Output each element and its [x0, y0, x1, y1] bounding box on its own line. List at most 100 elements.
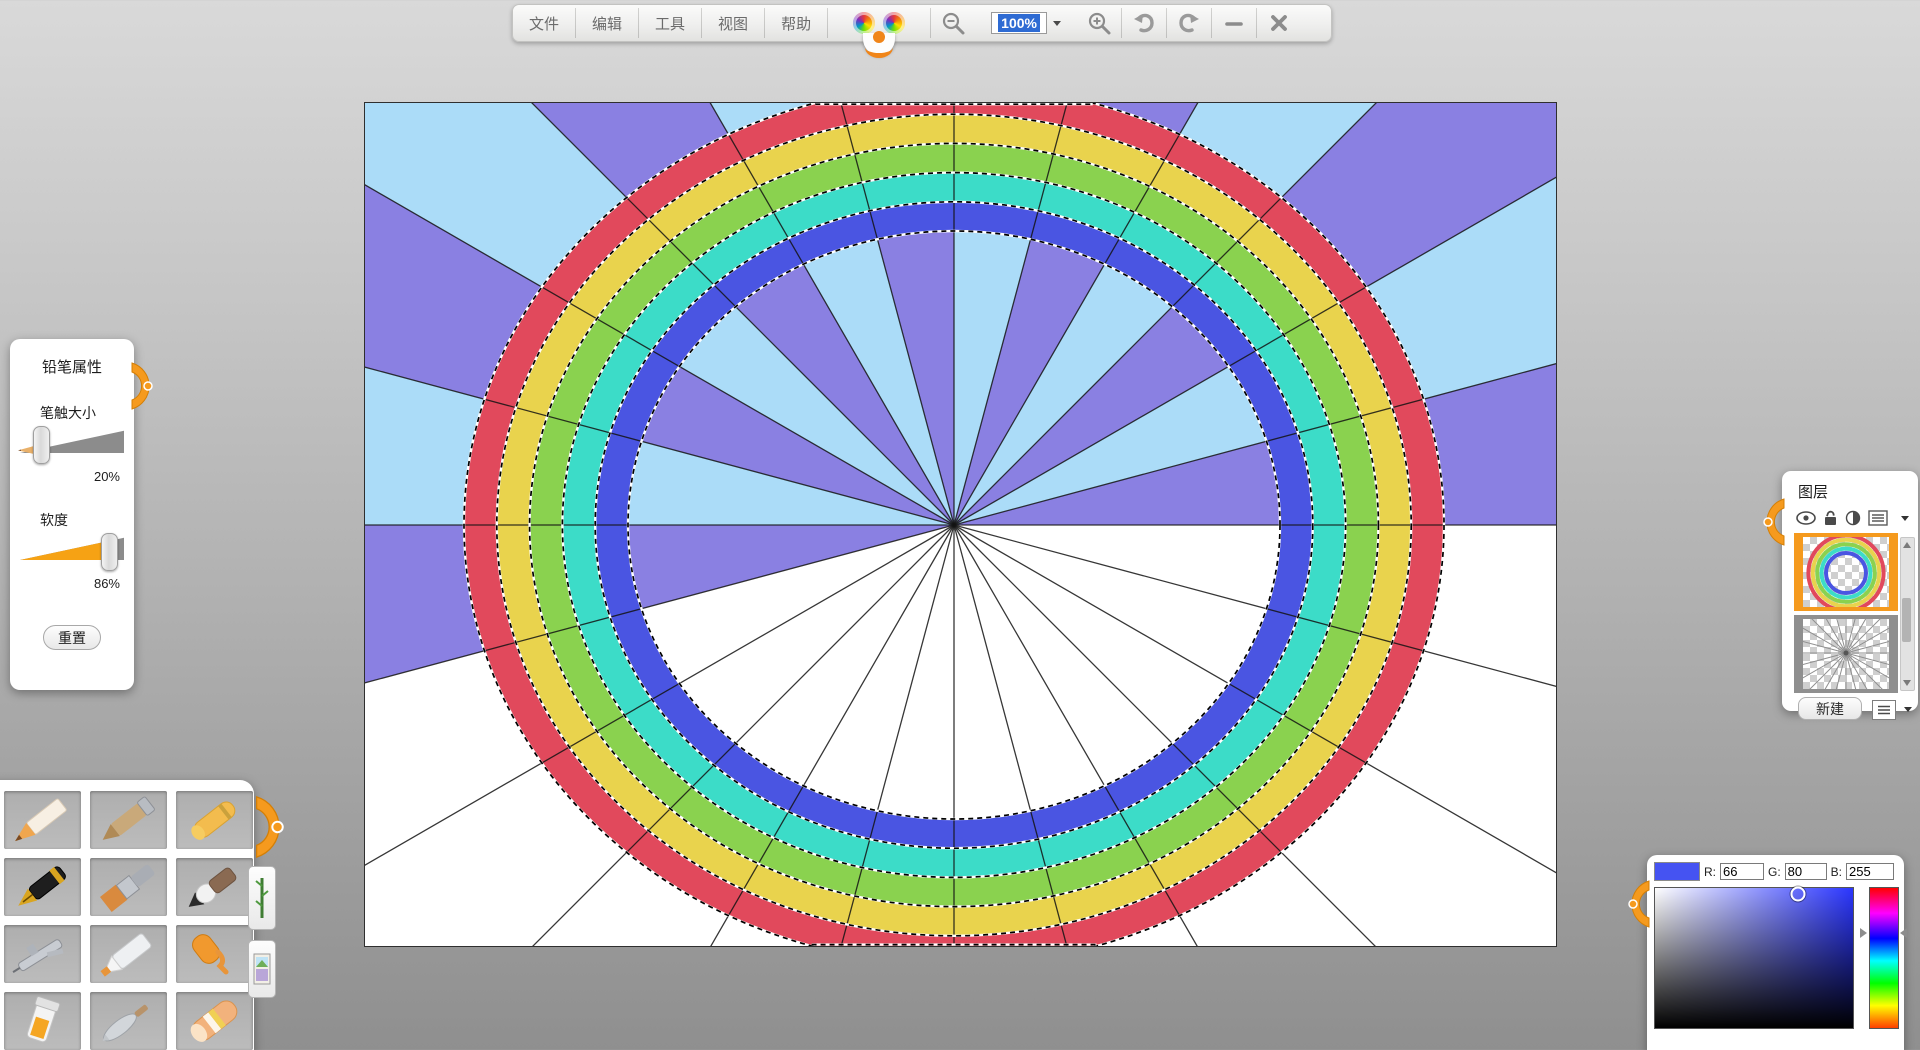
- panel-handle-icon: [130, 361, 156, 411]
- hue-strip[interactable]: [1869, 887, 1899, 1029]
- tools-panel-handle[interactable]: [254, 794, 280, 860]
- caret-down-icon[interactable]: [1053, 21, 1061, 26]
- brush-size-label: 笔触大小: [40, 403, 134, 423]
- menu-2[interactable]: 编辑: [576, 5, 638, 41]
- minimize-icon: [1223, 12, 1245, 34]
- tool-pastel[interactable]: [90, 791, 167, 849]
- pencil-properties-panel: 铅笔属性 笔触大小 20% 软度 86% 重置: [10, 339, 134, 690]
- brush-size-slider[interactable]: [20, 429, 124, 459]
- marker-icon: [92, 926, 166, 982]
- unlock-icon[interactable]: [1823, 510, 1838, 526]
- hue-marker-left-icon[interactable]: [1860, 928, 1867, 938]
- redo-arrow-icon: [1176, 11, 1202, 35]
- opacity-icon[interactable]: [1845, 510, 1861, 526]
- tool-eraser[interactable]: [176, 992, 253, 1050]
- panel-handle-icon: [1625, 879, 1651, 929]
- color-position-marker[interactable]: [1790, 886, 1805, 901]
- fountain-pen-icon: [6, 859, 80, 915]
- color-picker-panel: R: G: B:: [1647, 855, 1904, 1050]
- menu-4[interactable]: 视图: [702, 5, 764, 41]
- brush-tools-panel: [0, 780, 254, 1050]
- layer-item-rainbow-ring[interactable]: [1794, 533, 1898, 611]
- scroll-down-icon[interactable]: [1903, 680, 1911, 686]
- minimize-button[interactable]: [1212, 5, 1256, 41]
- logo-nose-smile: [856, 31, 902, 61]
- brush-size-value: 20%: [10, 469, 120, 484]
- paint-jar-icon: [6, 993, 80, 1049]
- green-value-input[interactable]: [1785, 863, 1827, 880]
- pastel-icon: [92, 792, 166, 848]
- panel-handle-icon: [254, 794, 288, 860]
- picture-category-button[interactable]: [248, 940, 276, 998]
- tool-palette-knife[interactable]: [90, 992, 167, 1050]
- eye-icon[interactable]: [1796, 511, 1816, 525]
- layer-options-caret-icon[interactable]: [1904, 707, 1912, 712]
- softness-thumb[interactable]: [101, 533, 118, 571]
- current-color-swatch: [1654, 862, 1700, 881]
- softness-label: 软度: [40, 510, 134, 530]
- close-button[interactable]: [1257, 5, 1301, 41]
- layers-panel-handle[interactable]: [1760, 497, 1786, 547]
- redo-button[interactable]: [1167, 5, 1211, 41]
- color-panel-handle[interactable]: [1625, 879, 1651, 929]
- layer-menu-icon[interactable]: [1868, 510, 1888, 526]
- magnifier-minus-icon: [940, 10, 966, 36]
- panel-handle-icon: [1760, 497, 1786, 547]
- zoom-out-button[interactable]: [931, 5, 975, 41]
- tool-paint-jar[interactable]: [4, 992, 81, 1050]
- undo-button[interactable]: [1122, 5, 1166, 41]
- layer-options-button[interactable]: [1872, 700, 1896, 720]
- tool-flat-brush[interactable]: [90, 858, 167, 916]
- zoom-level-input[interactable]: 100%: [975, 5, 1077, 41]
- saturation-value-square[interactable]: [1654, 887, 1854, 1029]
- menu-3[interactable]: 工具: [639, 5, 701, 41]
- undo-arrow-icon: [1131, 11, 1157, 35]
- new-layer-button[interactable]: 新建: [1798, 697, 1862, 720]
- drawing-canvas[interactable]: [364, 102, 1557, 947]
- rainbow-ring-artwork: [365, 103, 1556, 946]
- tool-fountain-pen[interactable]: [4, 858, 81, 916]
- magnifier-plus-icon: [1086, 10, 1112, 36]
- softness-value: 86%: [10, 576, 120, 591]
- r-label: R:: [1704, 865, 1716, 879]
- layers-scrollbar[interactable]: [1900, 537, 1915, 691]
- pencil-panel-handle[interactable]: [130, 361, 156, 411]
- tool-crayon[interactable]: [176, 791, 253, 849]
- scroll-up-icon[interactable]: [1903, 542, 1911, 548]
- layers-panel-title: 图层: [1782, 471, 1918, 502]
- menu-5[interactable]: 帮助: [765, 5, 827, 41]
- airbrush-icon: [6, 926, 80, 982]
- close-icon: [1268, 12, 1290, 34]
- paint-roller-icon: [178, 926, 252, 982]
- zoom-level-value: 100%: [998, 14, 1040, 32]
- sunburst-thumbnail: [1803, 619, 1889, 689]
- menu-1[interactable]: 文件: [513, 5, 575, 41]
- ink-brush-icon: [178, 859, 252, 915]
- softness-slider[interactable]: [20, 536, 124, 566]
- pencil-icon: [6, 792, 80, 848]
- tool-pencil[interactable]: [4, 791, 81, 849]
- zoom-in-button[interactable]: [1077, 5, 1121, 41]
- pencil-panel-title: 铅笔属性: [10, 339, 134, 377]
- layer-item-sunburst[interactable]: [1794, 615, 1898, 693]
- tool-marker[interactable]: [90, 925, 167, 983]
- b-label: B:: [1831, 865, 1842, 879]
- red-value-input[interactable]: [1720, 863, 1764, 880]
- bamboo-icon: [253, 874, 271, 922]
- caret-down-icon[interactable]: [1901, 516, 1909, 521]
- scrollbar-thumb[interactable]: [1902, 598, 1911, 642]
- eraser-icon: [178, 993, 252, 1049]
- brush-size-thumb[interactable]: [33, 426, 50, 464]
- bamboo-category-button[interactable]: [248, 866, 276, 930]
- clown-face-logo[interactable]: [828, 5, 930, 41]
- hue-marker-right-icon[interactable]: [1900, 928, 1907, 938]
- layers-panel: 图层 新建: [1782, 471, 1918, 711]
- reset-button[interactable]: 重置: [43, 625, 101, 650]
- palette-knife-icon: [92, 993, 166, 1049]
- crayon-icon: [178, 792, 252, 848]
- tool-paint-roller[interactable]: [176, 925, 253, 983]
- tool-airbrush[interactable]: [4, 925, 81, 983]
- blue-value-input[interactable]: [1846, 863, 1894, 880]
- tool-ink-brush[interactable]: [176, 858, 253, 916]
- picture-icon: [253, 948, 271, 990]
